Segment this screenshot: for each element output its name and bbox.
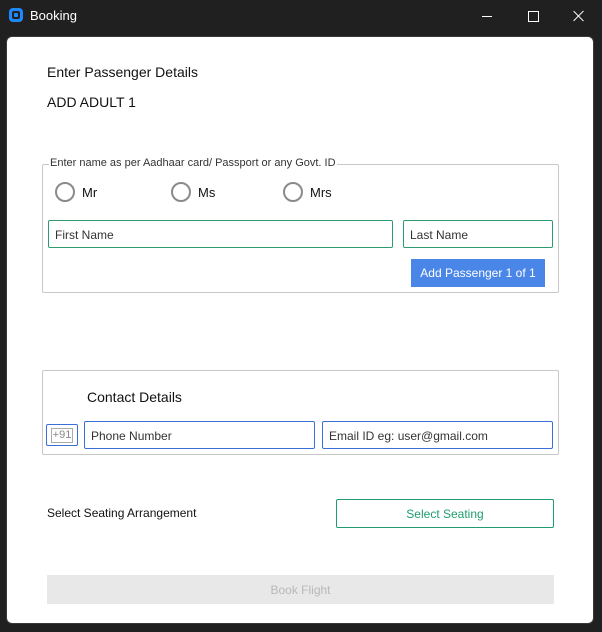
- radio-label: Ms: [198, 184, 216, 200]
- country-code: +91: [50, 427, 74, 443]
- radio-label: Mr: [82, 184, 98, 200]
- add-passenger-button[interactable]: Add Passenger 1 of 1: [411, 259, 545, 287]
- close-icon: [573, 10, 585, 22]
- contact-title: Contact Details: [87, 389, 182, 405]
- radio-mrs[interactable]: Mrs: [283, 182, 332, 202]
- minimize-icon: [482, 15, 492, 17]
- name-group-legend: Enter name as per Aadhaar card/ Passport…: [49, 157, 337, 169]
- radio-circle-icon: [171, 182, 191, 202]
- radio-circle-icon: [283, 182, 303, 202]
- radio-mr[interactable]: Mr: [55, 182, 97, 202]
- book-flight-button[interactable]: Book Flight: [47, 575, 554, 604]
- country-code-box[interactable]: +91: [46, 424, 78, 446]
- booking-form: Enter Passenger Details ADD ADULT 1 Ente…: [6, 36, 594, 624]
- maximize-button[interactable]: [510, 0, 556, 32]
- select-seating-button[interactable]: Select Seating: [336, 499, 554, 528]
- radio-circle-icon: [55, 182, 75, 202]
- maximize-icon: [527, 10, 539, 22]
- window-title: Booking: [30, 8, 77, 23]
- title-bar: Booking: [0, 0, 602, 32]
- last-name-field[interactable]: Last Name: [403, 220, 553, 248]
- seating-label: Select Seating Arrangement: [47, 506, 197, 520]
- adult-subheading: ADD ADULT 1: [47, 94, 136, 110]
- minimize-button[interactable]: [464, 0, 510, 32]
- radio-ms[interactable]: Ms: [171, 182, 215, 202]
- page-title: Enter Passenger Details: [47, 64, 198, 80]
- app-icon: [9, 8, 23, 22]
- first-name-field[interactable]: First Name: [48, 220, 393, 248]
- phone-number-field[interactable]: Phone Number: [84, 421, 315, 449]
- close-button[interactable]: [556, 0, 602, 32]
- email-field[interactable]: Email ID eg: user@gmail.com: [322, 421, 553, 449]
- radio-label: Mrs: [310, 184, 332, 200]
- contact-groupbox: Contact Details +91 Phone Number Email I…: [42, 370, 559, 455]
- name-groupbox: Enter name as per Aadhaar card/ Passport…: [42, 157, 559, 293]
